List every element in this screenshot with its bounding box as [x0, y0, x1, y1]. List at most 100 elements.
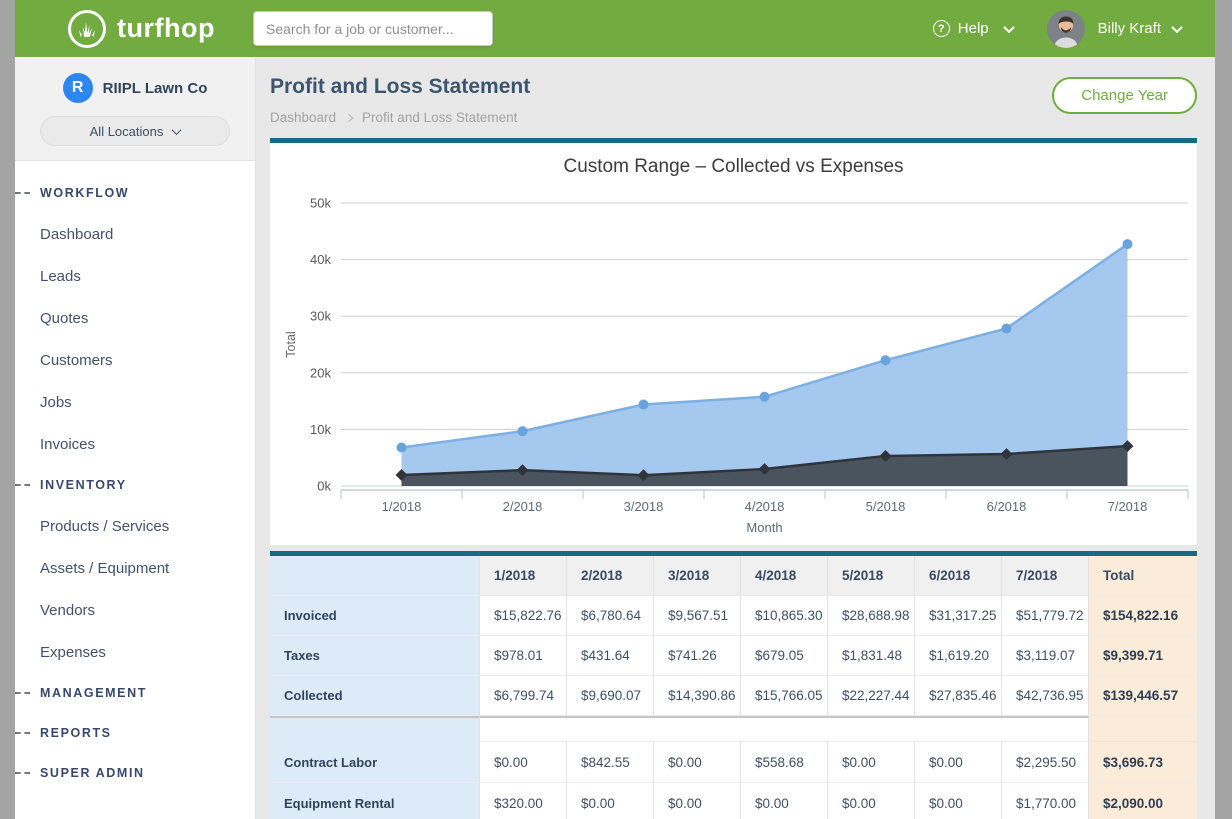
sidebar-item-invoices[interactable]: Invoices	[15, 423, 255, 465]
cell-value: $1,831.48	[828, 636, 915, 676]
svg-text:50k: 50k	[310, 196, 331, 211]
svg-text:2/2018: 2/2018	[503, 499, 543, 514]
sidebar-section-inventory[interactable]: INVENTORY	[15, 465, 255, 505]
chevron-down-icon	[1003, 21, 1014, 32]
header-cell: 5/2018	[828, 556, 915, 596]
spacer-cell	[270, 716, 480, 742]
chevron-right-icon	[345, 113, 353, 121]
header-cell-total: Total	[1089, 556, 1197, 596]
cell-value: $1,770.00	[1002, 783, 1089, 819]
table-row-taxes: Taxes $978.01 $431.64 $741.26 $679.05 $1…	[270, 636, 1197, 676]
sidebar-item-products-services[interactable]: Products / Services	[15, 505, 255, 547]
sidebar-item-expenses[interactable]: Expenses	[15, 631, 255, 673]
row-label: Invoiced	[270, 596, 480, 636]
cell-value: $15,766.05	[741, 676, 828, 716]
header-cell	[270, 556, 480, 596]
dashes-icon	[15, 192, 30, 194]
row-label: Contract Labor	[270, 742, 480, 783]
user-menu[interactable]: Billy Kraft	[1047, 10, 1181, 48]
cell-value: $28,688.98	[828, 596, 915, 636]
svg-text:5/2018: 5/2018	[866, 499, 906, 514]
company-avatar: R	[63, 73, 93, 103]
company-name: RIIPL Lawn Co	[103, 80, 208, 97]
section-label: SUPER ADMIN	[40, 766, 145, 780]
collected-vs-expenses-chart: 0k10k20k30k40k50k1/20182/20183/20184/201…	[270, 143, 1197, 545]
brand-logo[interactable]: turfhop	[67, 9, 215, 49]
table-spacer-row	[270, 716, 1197, 742]
sidebar-item-jobs[interactable]: Jobs	[15, 381, 255, 423]
right-scrollbar[interactable]	[1215, 0, 1232, 819]
company-switcher[interactable]: R RIIPL Lawn Co	[15, 57, 255, 103]
dashes-icon	[15, 772, 30, 774]
chevron-down-icon	[1171, 21, 1182, 32]
cell-value: $10,865.30	[741, 596, 828, 636]
cell-total: $9,399.71	[1089, 636, 1197, 676]
location-selector[interactable]: All Locations	[40, 116, 230, 146]
cell-value: $431.64	[567, 636, 654, 676]
svg-text:30k: 30k	[310, 309, 331, 324]
sidebar-item-dashboard[interactable]: Dashboard	[15, 213, 255, 255]
sidebar-company-panel: R RIIPL Lawn Co All Locations	[15, 57, 255, 161]
table-row-contract-labor: Contract Labor $0.00 $842.55 $0.00 $558.…	[270, 742, 1197, 783]
dashes-icon	[15, 732, 30, 734]
sidebar-section-workflow[interactable]: WORKFLOW	[15, 173, 255, 213]
table-header-row: 1/2018 2/2018 3/2018 4/2018 5/2018 6/201…	[270, 556, 1197, 596]
cell-value: $2,295.50	[1002, 742, 1089, 783]
header-cell: 6/2018	[915, 556, 1002, 596]
app-window: turfhop ? Help	[0, 0, 1232, 819]
sidebar-section-super-admin[interactable]: SUPER ADMIN	[15, 753, 255, 793]
location-selector-label: All Locations	[90, 124, 164, 139]
breadcrumb-current: Profit and Loss Statement	[362, 110, 517, 125]
chart-title: Custom Range – Collected vs Expenses	[270, 156, 1197, 178]
sidebar-item-customers[interactable]: Customers	[15, 339, 255, 381]
cell-value: $0.00	[828, 742, 915, 783]
table-row-invoiced: Invoiced $15,822.76 $6,780.64 $9,567.51 …	[270, 596, 1197, 636]
sidebar-section-management[interactable]: MANAGEMENT	[15, 673, 255, 713]
row-label: Taxes	[270, 636, 480, 676]
brand-wordmark: turfhop	[117, 13, 215, 44]
svg-text:10k: 10k	[310, 422, 331, 437]
turfhop-grass-icon	[67, 9, 107, 49]
cell-value: $0.00	[480, 742, 567, 783]
cell-value: $320.00	[480, 783, 567, 819]
left-scrollbar[interactable]	[0, 0, 15, 819]
svg-text:40k: 40k	[310, 252, 331, 267]
cell-total: $2,090.00	[1089, 783, 1197, 819]
header-cell: 1/2018	[480, 556, 567, 596]
sidebar-item-quotes[interactable]: Quotes	[15, 297, 255, 339]
header-cell: 2/2018	[567, 556, 654, 596]
breadcrumb-dashboard[interactable]: Dashboard	[270, 110, 336, 125]
sidebar: R RIIPL Lawn Co All Locations WORKFLOW D…	[15, 57, 256, 819]
profit-loss-chart-card: Custom Range – Collected vs Expenses 0k1…	[270, 138, 1197, 545]
svg-text:Month: Month	[746, 520, 782, 535]
help-label: Help	[958, 20, 989, 37]
change-year-button[interactable]: Change Year	[1052, 77, 1197, 114]
cell-value: $1,619.20	[915, 636, 1002, 676]
search-input[interactable]	[253, 11, 493, 46]
cell-value: $0.00	[915, 742, 1002, 783]
cell-total: $139,446.57	[1089, 676, 1197, 716]
help-menu[interactable]: ? Help	[933, 20, 1013, 37]
sidebar-item-vendors[interactable]: Vendors	[15, 589, 255, 631]
cell-value: $741.26	[654, 636, 741, 676]
spacer-cell	[480, 716, 1089, 742]
row-label: Equipment Rental	[270, 783, 480, 819]
user-avatar	[1047, 10, 1085, 48]
sidebar-item-assets-equipment[interactable]: Assets / Equipment	[15, 547, 255, 589]
cell-value: $15,822.76	[480, 596, 567, 636]
svg-text:20k: 20k	[310, 365, 331, 380]
header-cell: 3/2018	[654, 556, 741, 596]
cell-value: $0.00	[915, 783, 1002, 819]
main-content: Profit and Loss Statement Dashboard Prof…	[256, 57, 1215, 819]
sidebar-item-leads[interactable]: Leads	[15, 255, 255, 297]
cell-value: $3,119.07	[1002, 636, 1089, 676]
cell-value: $0.00	[567, 783, 654, 819]
cell-value: $31,317.25	[915, 596, 1002, 636]
sidebar-nav: WORKFLOW Dashboard Leads Quotes Customer…	[15, 161, 255, 793]
svg-text:1/2018: 1/2018	[382, 499, 422, 514]
cell-value: $0.00	[654, 783, 741, 819]
cell-value: $9,567.51	[654, 596, 741, 636]
cell-total: $154,822.16	[1089, 596, 1197, 636]
cell-value: $0.00	[654, 742, 741, 783]
sidebar-section-reports[interactable]: REPORTS	[15, 713, 255, 753]
